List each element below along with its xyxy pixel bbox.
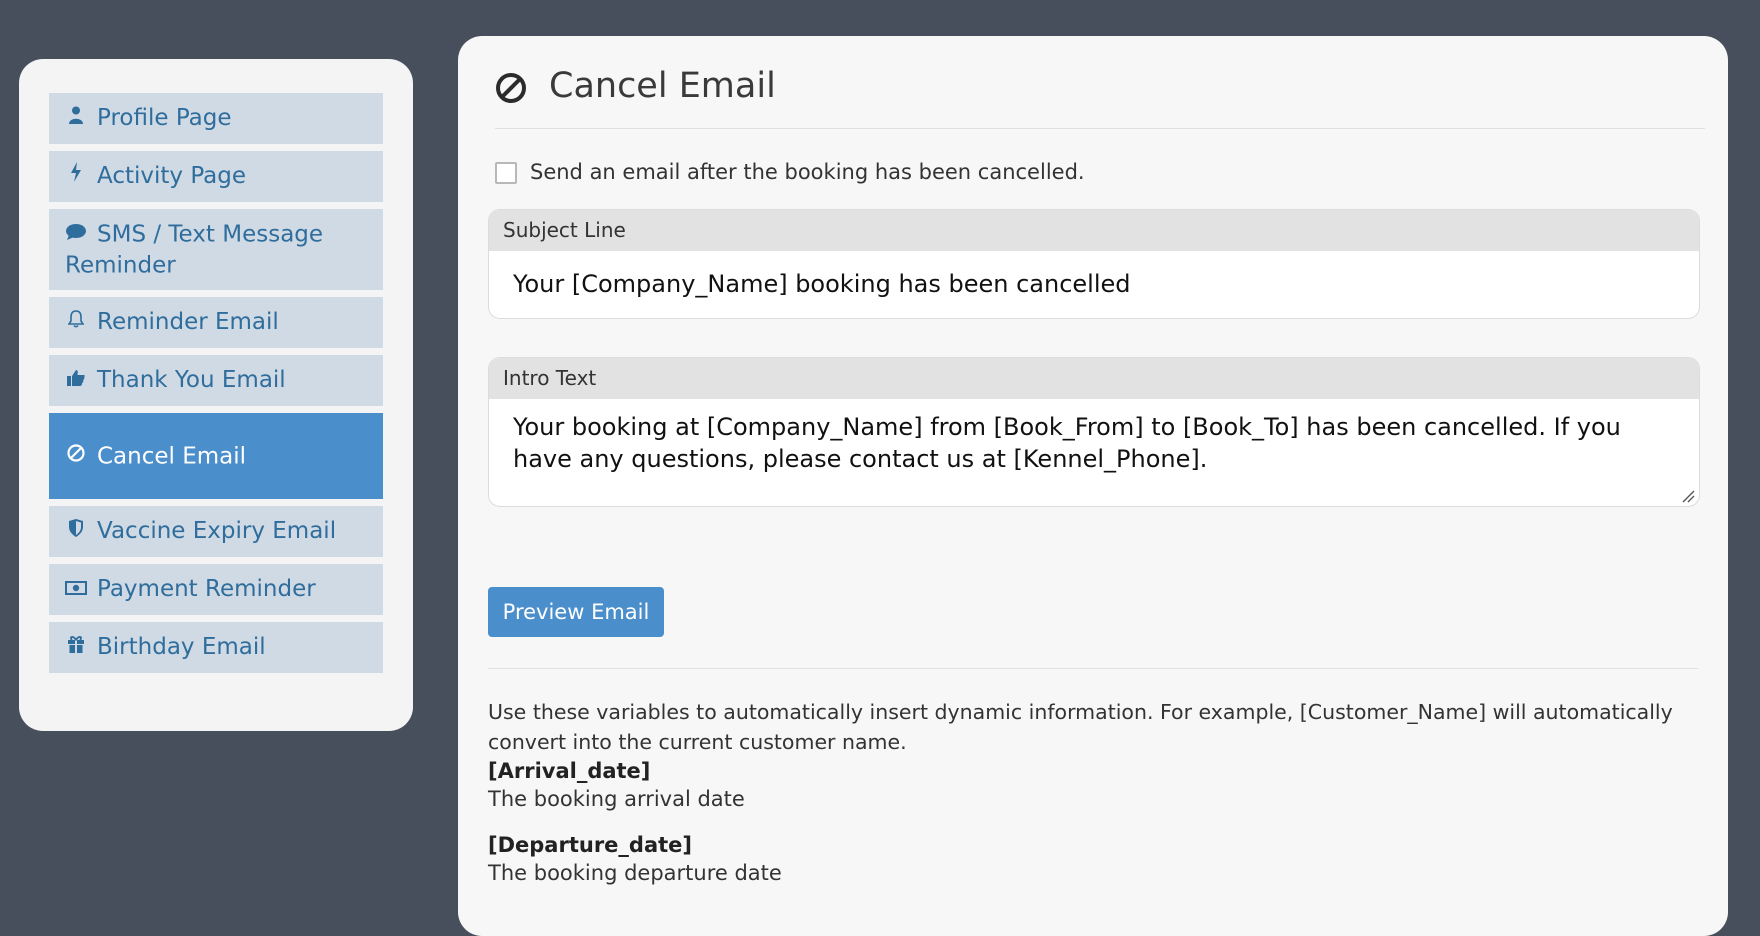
sidebar-item-label: Payment Reminder bbox=[97, 576, 316, 602]
sidebar-item-label: SMS / Text Message Reminder bbox=[65, 221, 324, 279]
intro-text-group: Intro Text Your booking at [Company_Name… bbox=[488, 357, 1700, 507]
divider bbox=[488, 668, 1698, 669]
sidebar-item-label: Profile Page bbox=[97, 105, 232, 131]
sidebar-item-thank-you-email[interactable]: Thank You Email bbox=[49, 355, 383, 406]
intro-text-label: Intro Text bbox=[489, 358, 1699, 399]
sidebar-item-profile-page[interactable]: Profile Page bbox=[49, 93, 383, 144]
sidebar-item-sms-reminder[interactable]: SMS / Text Message Reminder bbox=[49, 209, 383, 290]
send-email-checkbox-label[interactable]: Send an email after the booking has been… bbox=[530, 160, 1085, 184]
variable-description: The booking arrival date bbox=[488, 787, 745, 811]
send-email-checkbox[interactable] bbox=[495, 162, 517, 184]
preview-email-button[interactable]: Preview Email bbox=[488, 587, 664, 637]
subject-line-group: Subject Line Your [Company_Name] booking… bbox=[488, 209, 1700, 319]
sidebar-item-reminder-email[interactable]: Reminder Email bbox=[49, 297, 383, 348]
gift-icon bbox=[65, 622, 87, 673]
subject-line-input[interactable]: Your [Company_Name] booking has been can… bbox=[489, 251, 1699, 301]
cancel-email-panel: Cancel Email Send an email after the boo… bbox=[458, 36, 1728, 936]
ban-icon bbox=[495, 72, 527, 104]
money-icon bbox=[65, 564, 87, 615]
sidebar-item-label: Vaccine Expiry Email bbox=[97, 518, 337, 544]
sidebar-item-birthday-email[interactable]: Birthday Email bbox=[49, 622, 383, 673]
sidebar-item-label: Cancel Email bbox=[97, 443, 247, 470]
sidebar-item-label: Birthday Email bbox=[97, 634, 266, 660]
variable-description: The booking departure date bbox=[488, 861, 782, 885]
subject-line-label: Subject Line bbox=[489, 210, 1699, 251]
intro-text-textarea[interactable]: Your booking at [Company_Name] from [Boo… bbox=[489, 399, 1699, 475]
sidebar-item-activity-page[interactable]: Activity Page bbox=[49, 151, 383, 202]
sidebar-item-vaccine-expiry-email[interactable]: Vaccine Expiry Email bbox=[49, 506, 383, 557]
variable-name: [Departure_date] bbox=[488, 833, 693, 857]
ban-icon bbox=[65, 414, 87, 500]
variables-help-text: Use these variables to automatically ins… bbox=[488, 700, 1673, 754]
chat-icon bbox=[65, 220, 87, 250]
panel-header: Cancel Email bbox=[495, 64, 1705, 129]
sidebar-item-label: Activity Page bbox=[97, 163, 247, 189]
page-title: Cancel Email bbox=[549, 66, 776, 106]
bell-icon bbox=[65, 297, 87, 348]
thumbs-up-icon bbox=[65, 355, 87, 406]
user-icon bbox=[65, 93, 87, 144]
sidebar-item-label: Thank You Email bbox=[97, 367, 286, 393]
bolt-icon bbox=[65, 151, 87, 202]
settings-sidebar: Profile Page Activity Page SMS / Text Me… bbox=[19, 59, 413, 731]
resize-handle-icon[interactable] bbox=[1681, 488, 1695, 503]
variable-name: [Arrival_date] bbox=[488, 759, 651, 783]
sidebar-item-cancel-email[interactable]: Cancel Email bbox=[49, 413, 383, 499]
sidebar-item-payment-reminder[interactable]: Payment Reminder bbox=[49, 564, 383, 615]
sidebar-item-label: Reminder Email bbox=[97, 309, 279, 335]
shield-icon bbox=[65, 506, 87, 557]
